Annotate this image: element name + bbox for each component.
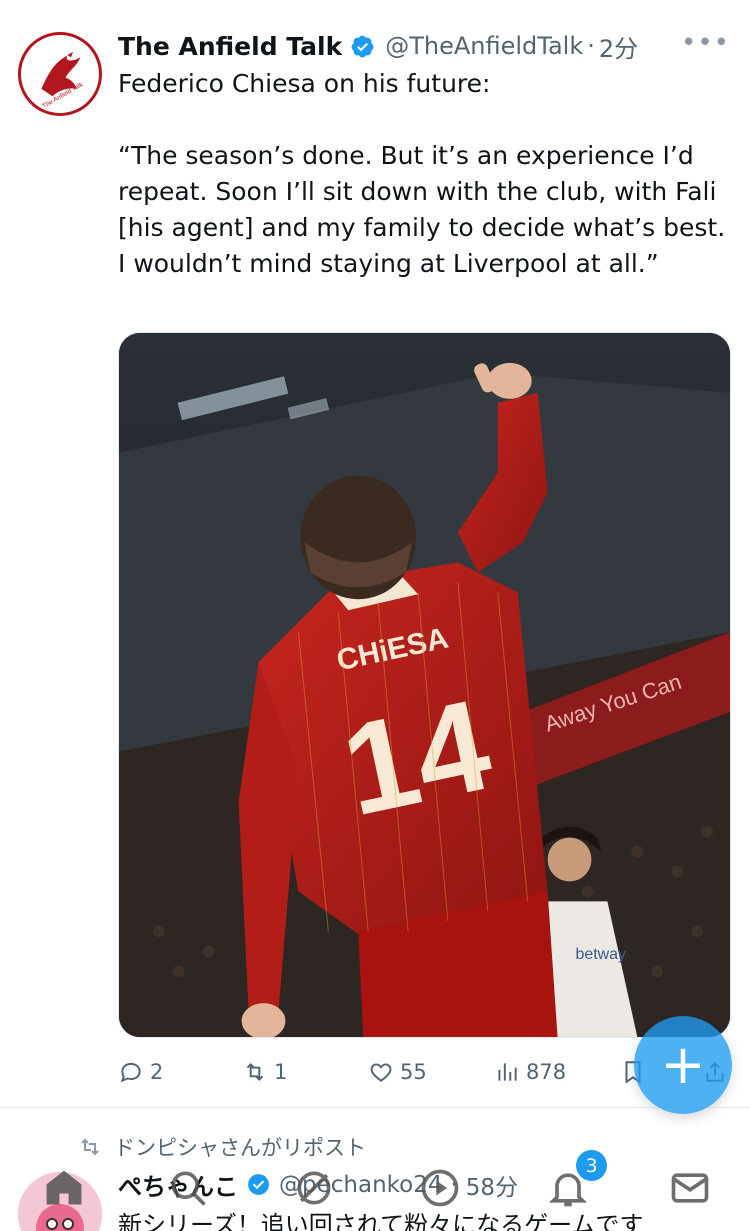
like-count: 55 — [400, 1060, 427, 1084]
separator: · — [587, 32, 595, 60]
chiesa-thumbs-up-photo: Away You Can betway CHiESA 14 — [119, 333, 730, 1037]
repost-indicator[interactable]: ドンピシャさんがリポスト — [78, 1132, 366, 1162]
tab-spaces[interactable] — [412, 1160, 468, 1216]
tab-messages[interactable] — [662, 1160, 718, 1216]
tab-home[interactable] — [36, 1160, 92, 1216]
retweet-count: 1 — [274, 1060, 288, 1084]
tab-grok[interactable] — [286, 1160, 342, 1216]
home-icon — [46, 1170, 82, 1205]
reply-icon — [120, 1062, 141, 1083]
views-count: 878 — [526, 1060, 567, 1084]
sponsor-text: betway — [576, 946, 627, 963]
tweet-header: The Anfield Talk @TheAnfieldTalk · 2分 ••… — [118, 28, 730, 64]
jersey-number: 14 — [331, 673, 502, 844]
tweet-photo[interactable]: Away You Can betway CHiESA 14 — [118, 332, 731, 1038]
views-icon — [498, 1063, 517, 1081]
verified-badge-icon — [350, 34, 375, 59]
tab-search[interactable] — [160, 1160, 216, 1216]
spaces-icon — [421, 1169, 459, 1207]
compose-button[interactable]: + — [634, 1016, 732, 1114]
reply-count: 2 — [150, 1060, 164, 1084]
handle[interactable]: @TheAnfieldTalk — [385, 32, 583, 60]
like-button[interactable]: 55 — [368, 1052, 427, 1092]
tweet[interactable]: The Anfield Talk The Anfield Talk @TheAn… — [0, 0, 750, 1108]
timestamp[interactable]: 58分 — [466, 1168, 518, 1202]
views-button[interactable]: 878 — [494, 1052, 566, 1092]
more-options-icon[interactable]: ••• — [681, 28, 730, 58]
reply-button[interactable]: 2 — [118, 1052, 163, 1092]
retweet-icon — [81, 1138, 99, 1156]
timestamp[interactable]: 2分 — [599, 29, 638, 64]
retweet-icon — [246, 1063, 264, 1081]
avatar[interactable]: The Anfield Talk — [18, 32, 102, 116]
tweet-text: Federico Chiesa on his future: “The seas… — [118, 69, 726, 278]
display-name[interactable]: The Anfield Talk — [118, 32, 342, 61]
heart-icon — [370, 1063, 392, 1082]
liverbird-logo-icon: The Anfield Talk — [22, 36, 98, 112]
repost-text: ドンピシャさんがリポスト — [114, 1136, 366, 1160]
retweet-button[interactable]: 1 — [242, 1052, 287, 1092]
grok-icon — [297, 1171, 331, 1205]
search-icon — [171, 1171, 206, 1206]
messages-icon — [671, 1173, 709, 1203]
verified-badge-icon — [246, 1172, 271, 1197]
notifications-badge: 3 — [576, 1150, 607, 1181]
